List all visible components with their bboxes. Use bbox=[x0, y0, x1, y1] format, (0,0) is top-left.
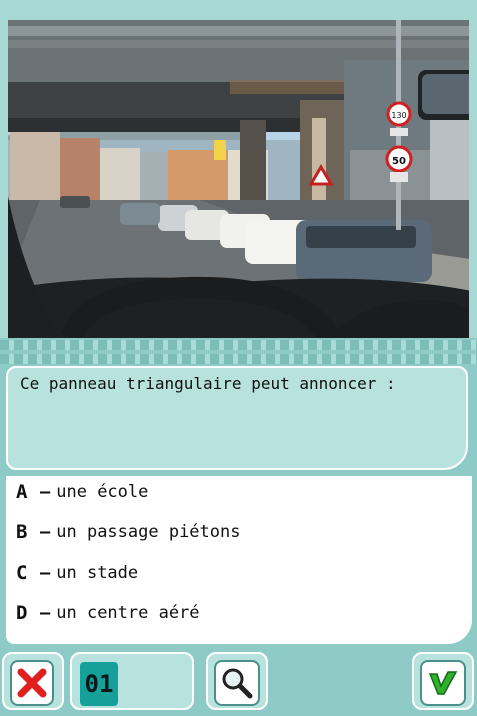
answer-letter: D bbox=[16, 602, 28, 624]
answer-text: un passage piétons bbox=[56, 522, 241, 542]
magnifier-icon bbox=[222, 668, 253, 699]
answer-a[interactable]: A — une école bbox=[16, 479, 148, 505]
question-counter: 01 bbox=[80, 662, 118, 706]
separator-stripe-bottom bbox=[0, 354, 477, 364]
answer-letter: B bbox=[16, 521, 28, 543]
answer-c[interactable]: C — un stade bbox=[16, 560, 138, 586]
answer-letter: C bbox=[16, 562, 28, 584]
answer-dash: — bbox=[40, 482, 51, 502]
cancel-button[interactable] bbox=[10, 660, 54, 706]
answer-b[interactable]: B — un passage piétons bbox=[16, 519, 240, 545]
answer-dash: — bbox=[40, 603, 51, 623]
red-x-icon bbox=[17, 668, 47, 698]
screen-separator bbox=[0, 338, 477, 368]
answer-text: un centre aéré bbox=[56, 603, 200, 623]
street-scene: 130 50 bbox=[0, 0, 477, 338]
separator-stripe-top bbox=[0, 340, 477, 350]
confirm-button[interactable] bbox=[420, 660, 466, 706]
answer-dash: — bbox=[40, 522, 51, 542]
answer-dash: — bbox=[40, 563, 51, 583]
answer-list: A — une école B — un passage piétons C —… bbox=[6, 476, 472, 644]
top-frame-right bbox=[469, 0, 477, 338]
question-text: Ce panneau triangulaire peut annoncer : bbox=[20, 374, 396, 393]
answer-d[interactable]: D — un centre aéré bbox=[16, 600, 200, 626]
sign-upper-value: 130 bbox=[391, 111, 406, 120]
answer-text: un stade bbox=[56, 563, 139, 583]
question-box: Ce panneau triangulaire peut annoncer : bbox=[6, 366, 468, 470]
sign-lower-value: 50 bbox=[392, 156, 406, 167]
answer-letter: A bbox=[16, 481, 28, 503]
top-frame-left bbox=[0, 0, 8, 338]
driving-photo: 130 50 bbox=[0, 0, 477, 338]
green-check-icon bbox=[428, 671, 458, 695]
zoom-button[interactable] bbox=[214, 660, 260, 706]
top-frame-scallop bbox=[0, 8, 477, 22]
answer-text: une école bbox=[56, 482, 149, 502]
